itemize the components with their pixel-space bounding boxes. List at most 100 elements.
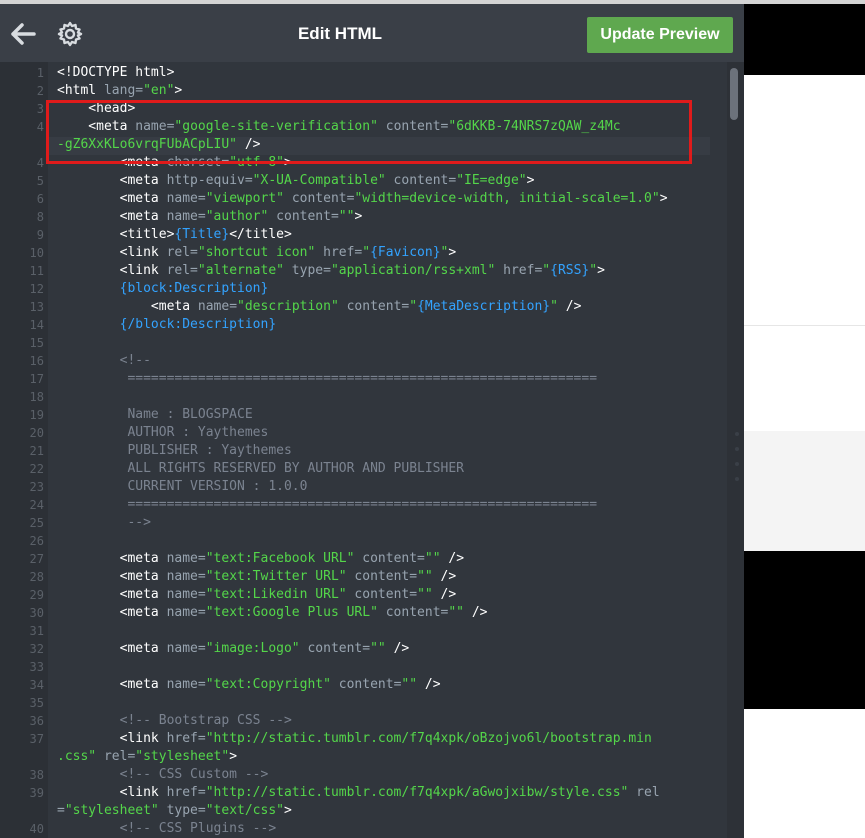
code-token: <html <box>57 83 104 98</box>
line-number: 9 <box>36 228 44 242</box>
code-line[interactable]: <link href="http://static.tumblr.com/f7q… <box>57 730 652 748</box>
code-token: name= <box>166 551 206 566</box>
code-line[interactable]: <link href="http://static.tumblr.com/f7q… <box>57 784 660 802</box>
line-number: 21 <box>29 444 44 458</box>
code-token: "text:Facebook URL" <box>205 551 355 566</box>
code-line[interactable]: <meta http-equiv="X-UA-Compatible" conte… <box>57 172 535 190</box>
code-token: <meta <box>57 191 167 206</box>
code-token: > <box>284 803 292 818</box>
code-token: href= <box>166 731 206 746</box>
code-line[interactable]: <meta name="image:Logo" content="" /> <box>57 640 410 658</box>
code-token: /> <box>464 605 488 620</box>
code-line[interactable]: <meta name="text:Copyright" content="" /… <box>57 676 441 694</box>
code-token: content= <box>346 569 418 584</box>
code-line[interactable]: CURRENT VERSION : 1.0.0 <box>57 478 307 496</box>
code-token: href= <box>495 263 543 278</box>
code-area[interactable]: 1 2 3 4 4 5 6 8 9 10 11 12 13 14 15 16 17 18 19 20 21 22 23 24 2… <box>0 62 727 838</box>
code-token: > <box>354 209 363 224</box>
code-line[interactable]: AUTHOR : Yaythemes <box>57 424 268 442</box>
code-token: <meta <box>57 299 198 314</box>
code-token: "stylesheet" <box>135 749 230 764</box>
code-line[interactable]: <!-- Bootstrap CSS --> <box>57 712 292 730</box>
splitter-dot[interactable] <box>735 447 739 451</box>
code-token: "text:Copyright" <box>205 677 331 692</box>
code-line[interactable]: <link rel="alternate" type="application/… <box>57 262 605 280</box>
code-token: "" <box>338 209 355 224</box>
code-token: PUBLISHER : Yaythemes <box>57 443 292 458</box>
code-token: "application/rss+xml" <box>330 263 496 278</box>
code-token: content= <box>268 209 339 224</box>
code-token: .css" <box>57 749 97 764</box>
code-token: > <box>229 749 238 764</box>
code-token: "viewport" <box>205 191 284 206</box>
code-line[interactable]: <meta name="viewport" content="width=dev… <box>57 190 668 208</box>
code-token: content= <box>299 641 371 656</box>
code-token: <link <box>57 263 167 278</box>
code-line[interactable]: <!-- CSS Plugins --> <box>57 820 277 838</box>
code-line[interactable]: <title>{Title}</title> <box>57 226 292 244</box>
line-number: 36 <box>29 714 44 728</box>
code-token: "X-UA-Compatible" <box>252 173 386 188</box>
code-line[interactable]: ALL RIGHTS RESERVED BY AUTHOR AND PUBLIS… <box>57 460 464 478</box>
scrollbar-thumb[interactable] <box>730 68 738 120</box>
code-line[interactable]: ========================================… <box>57 370 597 388</box>
line-number: 32 <box>29 642 44 656</box>
code-token: name= <box>166 569 206 584</box>
code-token: <link <box>57 785 167 800</box>
splitter-dot[interactable] <box>735 432 739 436</box>
code-token: name= <box>166 191 206 206</box>
code-line[interactable]: <link rel="shortcut icon" href="{Favicon… <box>57 244 457 262</box>
preview-grey-area <box>744 431 865 551</box>
code-token: <link <box>57 731 167 746</box>
code-token: <!-- CSS Plugins --> <box>57 821 277 836</box>
code-token: " <box>589 263 598 278</box>
code-line[interactable]: <meta name="text:Likedin URL" content=""… <box>57 586 457 604</box>
splitter-dot[interactable] <box>735 462 739 466</box>
code-line[interactable]: <!-- CSS Custom --> <box>57 766 269 784</box>
code-line[interactable]: Name : BLOGSPACE <box>57 406 252 424</box>
code-token: AUTHOR : Yaythemes <box>57 425 269 440</box>
code-line[interactable]: <!-- <box>57 352 151 370</box>
code-token: href= <box>315 245 363 260</box>
code-line[interactable]: {block:Description} <box>57 280 269 298</box>
code-line[interactable]: <meta name="text:Twitter URL" content=""… <box>57 568 457 586</box>
code-line[interactable]: ========================================… <box>57 496 597 514</box>
code-line[interactable]: .css" rel="stylesheet"> <box>57 748 237 766</box>
update-preview-button[interactable]: Update Preview <box>587 17 733 53</box>
code-token: <meta <box>57 173 167 188</box>
code-line[interactable]: --> <box>57 514 150 532</box>
code-token: "http://static.tumblr.com/f7q4xpk/aGwojx… <box>205 785 629 800</box>
code-line[interactable]: ="stylesheet" type="text/css"> <box>57 802 292 820</box>
line-number: 24 <box>29 498 44 512</box>
line-number: 39 <box>29 786 44 800</box>
code-token: <!-- <box>57 353 151 368</box>
code-token: "" <box>417 587 433 602</box>
code-token: "" <box>401 677 418 692</box>
line-number: 38 <box>29 768 44 782</box>
code-line[interactable]: <meta name="text:Google Plus URL" conten… <box>57 604 488 622</box>
code-line[interactable]: <meta name="text:Facebook URL" content="… <box>57 550 464 568</box>
preview-white-area-2 <box>744 326 865 431</box>
line-number: 29 <box>29 588 44 602</box>
code-token: content= <box>284 191 355 206</box>
line-number: 25 <box>29 516 44 530</box>
code-token: content= <box>354 551 425 566</box>
code-token: ALL RIGHTS RESERVED BY AUTHOR AND PUBLIS… <box>57 461 464 476</box>
line-number: 3 <box>36 102 44 116</box>
code-line[interactable]: <html lang="en"> <box>57 82 182 100</box>
code-line[interactable]: <meta name="author" content=""> <box>57 208 363 226</box>
code-token: <meta <box>57 551 167 566</box>
code-line[interactable]: <!DOCTYPE html> <box>57 64 174 82</box>
splitter-dot[interactable] <box>735 477 739 481</box>
code-token: <!-- CSS Custom --> <box>57 767 269 782</box>
code-token: lang= <box>103 83 144 98</box>
code-line[interactable]: <meta name="description" content="{MetaD… <box>57 298 582 316</box>
code-line[interactable]: {/block:Description} <box>57 316 277 334</box>
code-token: href= <box>166 785 206 800</box>
code-token: > <box>659 191 668 206</box>
code-token: {/block:Description} <box>57 317 277 332</box>
code-line[interactable]: PUBLISHER : Yaythemes <box>57 442 292 460</box>
line-number: 23 <box>29 480 44 494</box>
page-title: Edit HTML <box>297 24 383 43</box>
code-token: name= <box>166 641 206 656</box>
